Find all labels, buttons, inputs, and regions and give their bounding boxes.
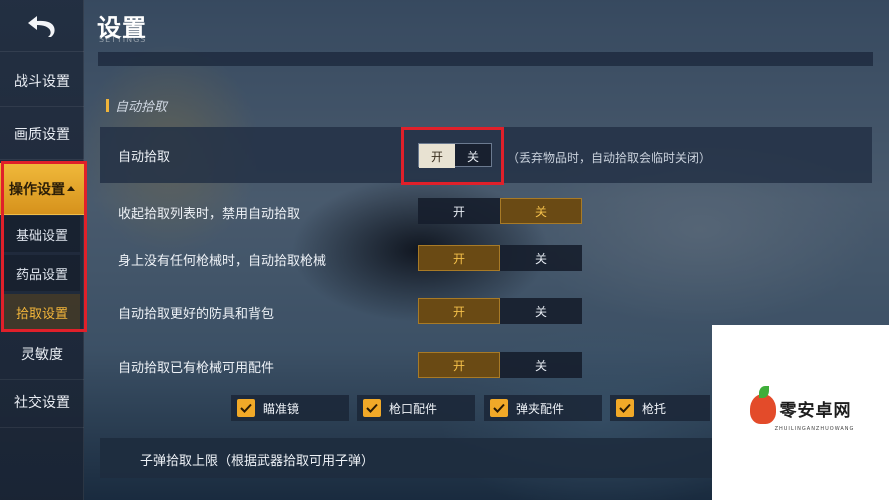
auto-pickup-toggle[interactable]: 开 关 — [418, 143, 492, 168]
disable-when-collapsed-toggle[interactable]: 开 关 — [418, 198, 582, 224]
toggle-off-option[interactable]: 关 — [455, 144, 491, 168]
section-marker — [106, 99, 109, 112]
pickup-attachments-toggle[interactable]: 开 关 — [418, 352, 582, 378]
attachment-checkbox-muzzle[interactable]: 枪口配件 — [357, 395, 475, 421]
sidebar-subitem-pickup[interactable]: 拾取设置 — [4, 294, 80, 330]
ammo-limit-row[interactable]: 子弹拾取上限（根据武器拾取可用子弹） — [100, 438, 720, 478]
attachment-checkbox-scope[interactable]: 瞄准镜 — [231, 395, 349, 421]
sidebar-item-controls[interactable]: 操作设置 — [0, 163, 84, 215]
checkmark-icon — [616, 399, 634, 417]
pickup-armor-toggle[interactable]: 开 关 — [418, 298, 582, 324]
watermark-logo-icon — [749, 385, 776, 424]
checkmark-icon — [363, 399, 381, 417]
toggle-on-option[interactable]: 开 — [419, 144, 455, 168]
toggle-on-option[interactable]: 开 — [418, 298, 500, 324]
sidebar-item-social[interactable]: 社交设置 — [0, 376, 84, 428]
site-watermark: 零安卓网 ZHUILINGANZHUOWANG — [712, 325, 889, 500]
settings-sidebar: 战斗设置 画质设置 操作设置 基础设置 药品设置 拾取设置 灵敏度 社交设置 — [0, 0, 84, 500]
toggle-on-option[interactable]: 开 — [418, 352, 500, 378]
attachment-checkbox-magazine[interactable]: 弹夹配件 — [484, 395, 602, 421]
page-subtitle: SETTINGS — [99, 35, 147, 44]
pickup-gun-toggle[interactable]: 开 关 — [418, 245, 582, 271]
sidebar-subitem-medicine[interactable]: 药品设置 — [4, 255, 80, 291]
back-button[interactable] — [0, 0, 84, 52]
auto-pickup-hint: （丢弃物品时，自动拾取会临时关闭） — [507, 151, 712, 165]
toggle-off-option[interactable]: 关 — [500, 245, 582, 271]
toggle-off-option[interactable]: 关 — [500, 198, 582, 224]
checkmark-icon — [237, 399, 255, 417]
sidebar-item-graphics[interactable]: 画质设置 — [0, 108, 84, 160]
caret-up-icon — [67, 186, 75, 191]
toggle-on-option[interactable]: 开 — [418, 198, 500, 224]
toggle-on-option[interactable]: 开 — [418, 245, 500, 271]
section-title: 自动拾取 — [106, 96, 167, 115]
top-strip — [98, 52, 873, 66]
checkmark-icon — [490, 399, 508, 417]
back-arrow-icon — [28, 15, 55, 37]
sidebar-item-sensitivity[interactable]: 灵敏度 — [0, 328, 84, 380]
toggle-off-option[interactable]: 关 — [500, 352, 582, 378]
attachment-checkbox-stock[interactable]: 枪托 — [610, 395, 710, 421]
toggle-off-option[interactable]: 关 — [500, 298, 582, 324]
sidebar-subitem-basic[interactable]: 基础设置 — [4, 216, 80, 252]
sidebar-item-combat[interactable]: 战斗设置 — [0, 55, 84, 107]
